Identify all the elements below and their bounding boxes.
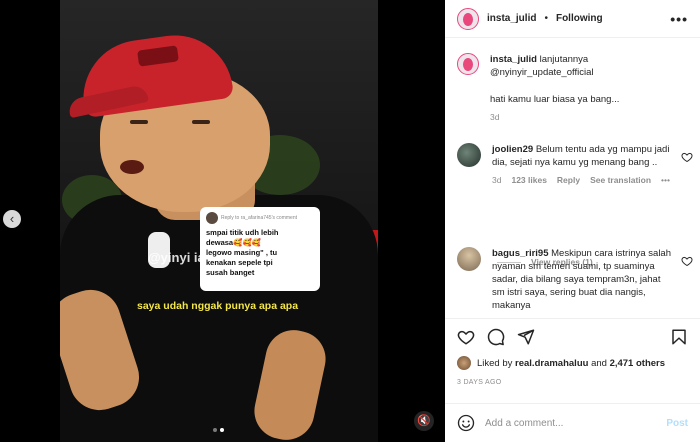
eye	[192, 120, 210, 124]
caption-meta: 3d	[490, 112, 619, 122]
comment-meta: 3d 123 likes Reply See translation •••	[492, 175, 672, 185]
post-comment-button[interactable]: Post	[666, 418, 688, 429]
comment-bubble-icon[interactable]	[487, 328, 505, 346]
comment-input[interactable]	[485, 417, 657, 429]
post-date[interactable]: 3 DAYS AGO	[457, 379, 502, 386]
carousel-dot-active	[220, 428, 224, 432]
comment-username[interactable]: joolien29	[492, 144, 533, 155]
post-actions-bar	[445, 318, 700, 354]
post-media[interactable]: @yinyi ial Reply to ra_afarina745's comm…	[0, 0, 445, 442]
comment-content: bagus_riri95 Meskipun cara istrinya sala…	[492, 247, 672, 312]
emoji-icon[interactable]	[457, 414, 475, 432]
reply-button[interactable]: Reply	[557, 175, 580, 185]
reply-avatar	[206, 212, 218, 224]
like-heart-icon[interactable]	[457, 328, 475, 346]
mouth	[120, 160, 144, 174]
reply-comment-sticker: Reply to ra_afarina745's comment smpai t…	[200, 207, 320, 291]
comment-item: bagus_riri95 Meskipun cara istrinya sala…	[457, 247, 693, 312]
comments-list[interactable]: insta_julid lanjutannya @nyinyir_update_…	[445, 39, 700, 315]
liker-username[interactable]: real.dramahaluu	[515, 358, 588, 369]
carousel-indicator	[213, 428, 224, 432]
header-separator: •	[544, 13, 548, 24]
caption-time[interactable]: 3d	[490, 112, 499, 122]
caption-username[interactable]: insta_julid	[490, 54, 537, 65]
likes-and: and	[591, 357, 607, 369]
likes-count-button[interactable]: 2,471 others	[610, 358, 665, 369]
comment-time[interactable]: 3d	[492, 175, 501, 185]
more-options-icon[interactable]: •••	[670, 11, 688, 27]
post-side-panel: insta_julid • Following ••• insta_julid …	[445, 0, 700, 442]
reply-sticker-text: smpai titik udh lebih dewasa🥰🥰🥰 legowo m…	[206, 228, 279, 277]
post-header: insta_julid • Following •••	[445, 0, 700, 38]
likes-text: Liked by real.dramahaluu and 2,471 other…	[477, 358, 665, 369]
post-caption: insta_julid lanjutannya @nyinyir_update_…	[457, 53, 693, 122]
reply-sticker-header: Reply to ra_afarina745's comment	[206, 212, 314, 224]
caption-content: insta_julid lanjutannya @nyinyir_update_…	[490, 53, 619, 79]
see-translation-button[interactable]: See translation	[590, 175, 651, 185]
carousel-dot	[213, 428, 217, 432]
video-subtitle: saya udah nggak punya apa apa	[137, 300, 299, 312]
avatar[interactable]	[457, 53, 479, 75]
comment-item: joolien29 Belum tentu ada yg mampu jadi …	[457, 143, 693, 185]
comment-more-icon[interactable]: •••	[661, 175, 670, 185]
comment-like-heart-icon[interactable]	[681, 255, 693, 267]
reply-to-label: Reply to ra_afarina745's comment	[221, 215, 297, 221]
carousel-prev-icon[interactable]: ‹	[3, 210, 21, 228]
comment-content: joolien29 Belum tentu ada yg mampu jadi …	[492, 143, 672, 169]
liker-avatar[interactable]	[457, 356, 471, 370]
eye	[130, 120, 148, 124]
mute-icon[interactable]: 🔇	[414, 411, 434, 431]
caption-body: hati kamu luar biasa ya bang...	[490, 94, 620, 105]
save-bookmark-icon[interactable]	[670, 328, 688, 346]
likes-prefix: Liked by	[477, 357, 513, 369]
avatar[interactable]	[457, 7, 479, 30]
share-paper-plane-icon[interactable]	[517, 328, 535, 346]
video-frame[interactable]: @yinyi ial Reply to ra_afarina745's comm…	[60, 0, 378, 442]
following-button[interactable]: Following	[556, 13, 603, 24]
comment-like-heart-icon[interactable]	[681, 151, 693, 163]
comment-username[interactable]: bagus_riri95	[492, 248, 549, 259]
likes-summary: Liked by real.dramahaluu and 2,471 other…	[457, 356, 665, 370]
header-username[interactable]: insta_julid	[487, 13, 536, 24]
comment-likes-count[interactable]: 123 likes	[511, 175, 546, 185]
add-comment-bar: Post	[445, 403, 700, 442]
avatar[interactable]	[457, 247, 481, 271]
avatar[interactable]	[457, 143, 481, 167]
